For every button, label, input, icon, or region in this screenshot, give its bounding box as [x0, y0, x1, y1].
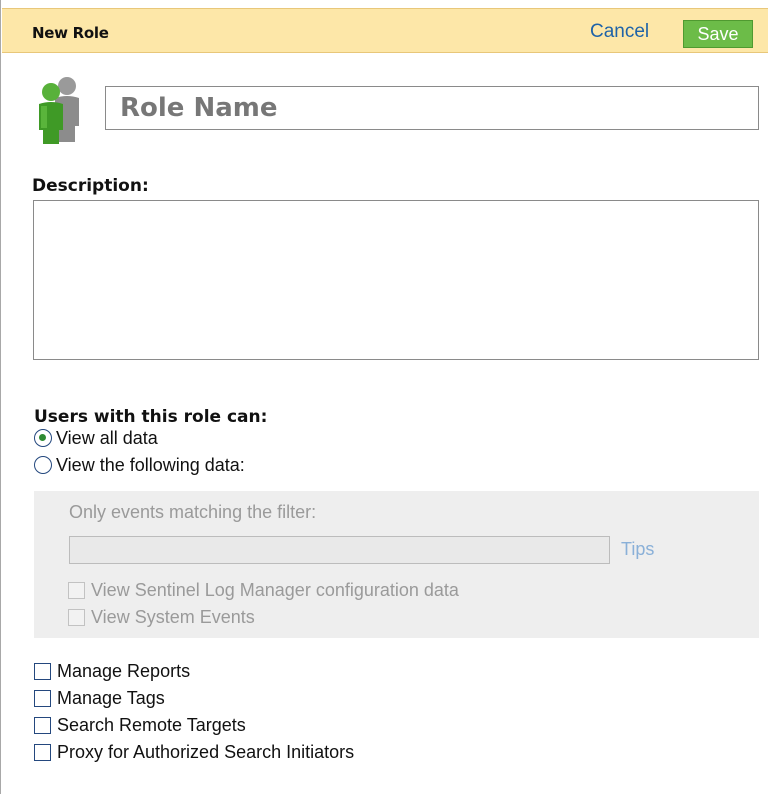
- radio-label: View all data: [56, 427, 158, 448]
- filter-label: Only events matching the filter:: [69, 502, 317, 522]
- checkbox-label: Manage Reports: [57, 660, 191, 681]
- panel-title: New Role: [32, 24, 109, 42]
- save-button[interactable]: Save: [683, 20, 753, 48]
- users-group-icon: [39, 77, 79, 144]
- description-textarea[interactable]: [33, 200, 759, 360]
- radio-button[interactable]: [34, 456, 52, 474]
- checkbox-label: View Sentinel Log Manager configuration …: [91, 579, 459, 600]
- checkbox[interactable]: [34, 716, 51, 734]
- checkbox-label: View System Events: [91, 606, 255, 627]
- radio-button[interactable]: [34, 429, 52, 447]
- description-label: Description:: [32, 176, 149, 196]
- permissions-heading: Users with this role can:: [34, 407, 268, 427]
- checkbox[interactable]: [34, 662, 51, 680]
- tips-link[interactable]: Tips: [621, 539, 654, 560]
- panel-header: New Role Cancel Save: [2, 8, 768, 53]
- checkbox[interactable]: [34, 689, 51, 707]
- checkbox-label: Search Remote Targets: [57, 714, 246, 735]
- checkbox-label: Proxy for Authorized Search Initiators: [57, 741, 355, 762]
- radio-view-all-data[interactable]: View all data: [34, 427, 158, 449]
- checkbox-proxy-authorized-search[interactable]: Proxy for Authorized Search Initiators: [34, 741, 354, 763]
- filter-section: Only events matching the filter: Tips Vi…: [34, 491, 759, 638]
- checkbox[interactable]: [68, 608, 85, 626]
- checkbox-search-remote-targets[interactable]: Search Remote Targets: [34, 714, 246, 736]
- checkbox[interactable]: [68, 581, 85, 599]
- new-role-panel: New Role Cancel Save Description: Users …: [0, 0, 768, 794]
- checkbox-view-system-events[interactable]: View System Events: [68, 606, 255, 628]
- role-name-input[interactable]: [105, 86, 759, 130]
- radio-view-following-data[interactable]: View the following data:: [34, 454, 245, 476]
- checkbox-label: Manage Tags: [57, 687, 165, 708]
- checkbox-manage-reports[interactable]: Manage Reports: [34, 660, 190, 682]
- checkbox-view-config-data[interactable]: View Sentinel Log Manager configuration …: [68, 579, 459, 601]
- radio-label: View the following data:: [56, 454, 245, 475]
- checkbox[interactable]: [34, 743, 51, 761]
- cancel-link[interactable]: Cancel: [590, 21, 649, 43]
- checkbox-manage-tags[interactable]: Manage Tags: [34, 687, 165, 709]
- filter-input[interactable]: [69, 536, 610, 564]
